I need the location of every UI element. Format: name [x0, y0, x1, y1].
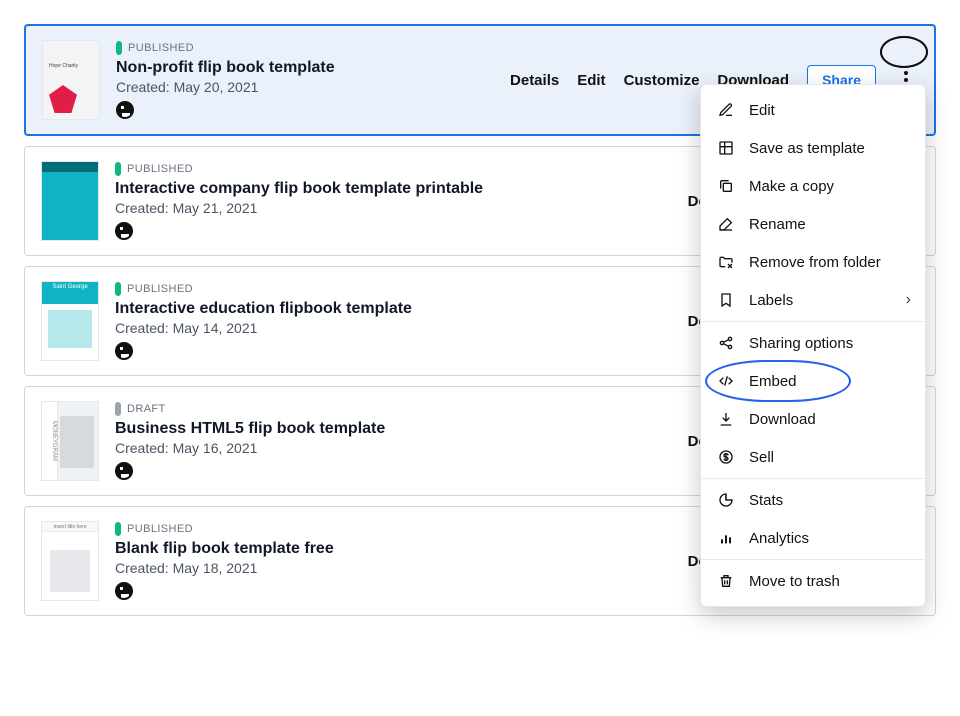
- created-date: Created: May 21, 2021: [115, 200, 672, 216]
- customize-link[interactable]: Customize: [624, 72, 700, 89]
- thumbnail: [41, 161, 99, 241]
- document-list: Hope Charity PUBLISHED Non-profit flip b…: [24, 24, 936, 616]
- document-title: Blank flip book template free: [115, 540, 672, 558]
- thumbnail: Saint George: [41, 281, 99, 361]
- pencil-icon: [717, 101, 735, 119]
- menu-save-template[interactable]: Save as template: [701, 129, 925, 167]
- status-label: DRAFT: [127, 403, 166, 415]
- trash-icon: [717, 572, 735, 590]
- status-label: PUBLISHED: [128, 42, 194, 54]
- menu-download[interactable]: Download: [701, 400, 925, 438]
- created-date: Created: May 14, 2021: [115, 320, 672, 336]
- menu-edit[interactable]: Edit: [701, 91, 925, 129]
- status-pill-published: [115, 282, 121, 296]
- thumbnail: Hope Charity: [42, 40, 100, 120]
- menu-remove-folder[interactable]: Remove from folder: [701, 243, 925, 281]
- edit-link[interactable]: Edit: [577, 72, 605, 89]
- created-date: Created: May 16, 2021: [115, 440, 672, 456]
- menu-sell[interactable]: Sell: [701, 438, 925, 476]
- status-pill-published: [115, 522, 121, 536]
- menu-labels[interactable]: Labels ›: [701, 281, 925, 319]
- thumbnail: MONEYGRAM: [41, 401, 99, 481]
- menu-sharing[interactable]: Sharing options: [701, 324, 925, 362]
- code-icon: [717, 372, 735, 390]
- status-pill-draft: [115, 402, 121, 416]
- status-pill-published: [116, 41, 122, 55]
- globe-icon: [115, 342, 133, 360]
- menu-embed[interactable]: Embed: [701, 362, 925, 400]
- document-title: Interactive company flip book template p…: [115, 180, 672, 198]
- dollar-icon: [717, 448, 735, 466]
- menu-divider: [701, 321, 925, 322]
- document-title: Non-profit flip book template: [116, 59, 494, 77]
- context-menu: Edit Save as template Make a copy Rename…: [700, 84, 926, 607]
- globe-icon: [115, 462, 133, 480]
- chevron-right-icon: ›: [906, 291, 911, 309]
- globe-icon: [115, 222, 133, 240]
- document-title: Interactive education flipbook template: [115, 300, 672, 318]
- menu-stats[interactable]: Stats: [701, 481, 925, 519]
- bookmark-icon: [717, 291, 735, 309]
- menu-divider: [701, 478, 925, 479]
- status-label: PUBLISHED: [127, 163, 193, 175]
- pie-icon: [717, 491, 735, 509]
- status-pill-published: [115, 162, 121, 176]
- document-card[interactable]: Hope Charity PUBLISHED Non-profit flip b…: [24, 24, 936, 136]
- document-title: Business HTML5 flip book template: [115, 420, 672, 438]
- menu-divider: [701, 559, 925, 560]
- share-icon: [717, 334, 735, 352]
- grid-icon: [717, 139, 735, 157]
- rename-icon: [717, 215, 735, 233]
- details-link[interactable]: Details: [510, 72, 559, 89]
- created-date: Created: May 20, 2021: [116, 79, 494, 95]
- thumbnail: Insert title here: [41, 521, 99, 601]
- download-icon: [717, 410, 735, 428]
- menu-rename[interactable]: Rename: [701, 205, 925, 243]
- status-label: PUBLISHED: [127, 523, 193, 535]
- globe-icon: [115, 582, 133, 600]
- copy-icon: [717, 177, 735, 195]
- created-date: Created: May 18, 2021: [115, 560, 672, 576]
- globe-icon: [116, 101, 134, 119]
- folder-remove-icon: [717, 253, 735, 271]
- annotation-circle-more: [880, 36, 928, 68]
- bars-icon: [717, 529, 735, 547]
- menu-analytics[interactable]: Analytics: [701, 519, 925, 557]
- status-label: PUBLISHED: [127, 283, 193, 295]
- menu-make-copy[interactable]: Make a copy: [701, 167, 925, 205]
- menu-trash[interactable]: Move to trash: [701, 562, 925, 600]
